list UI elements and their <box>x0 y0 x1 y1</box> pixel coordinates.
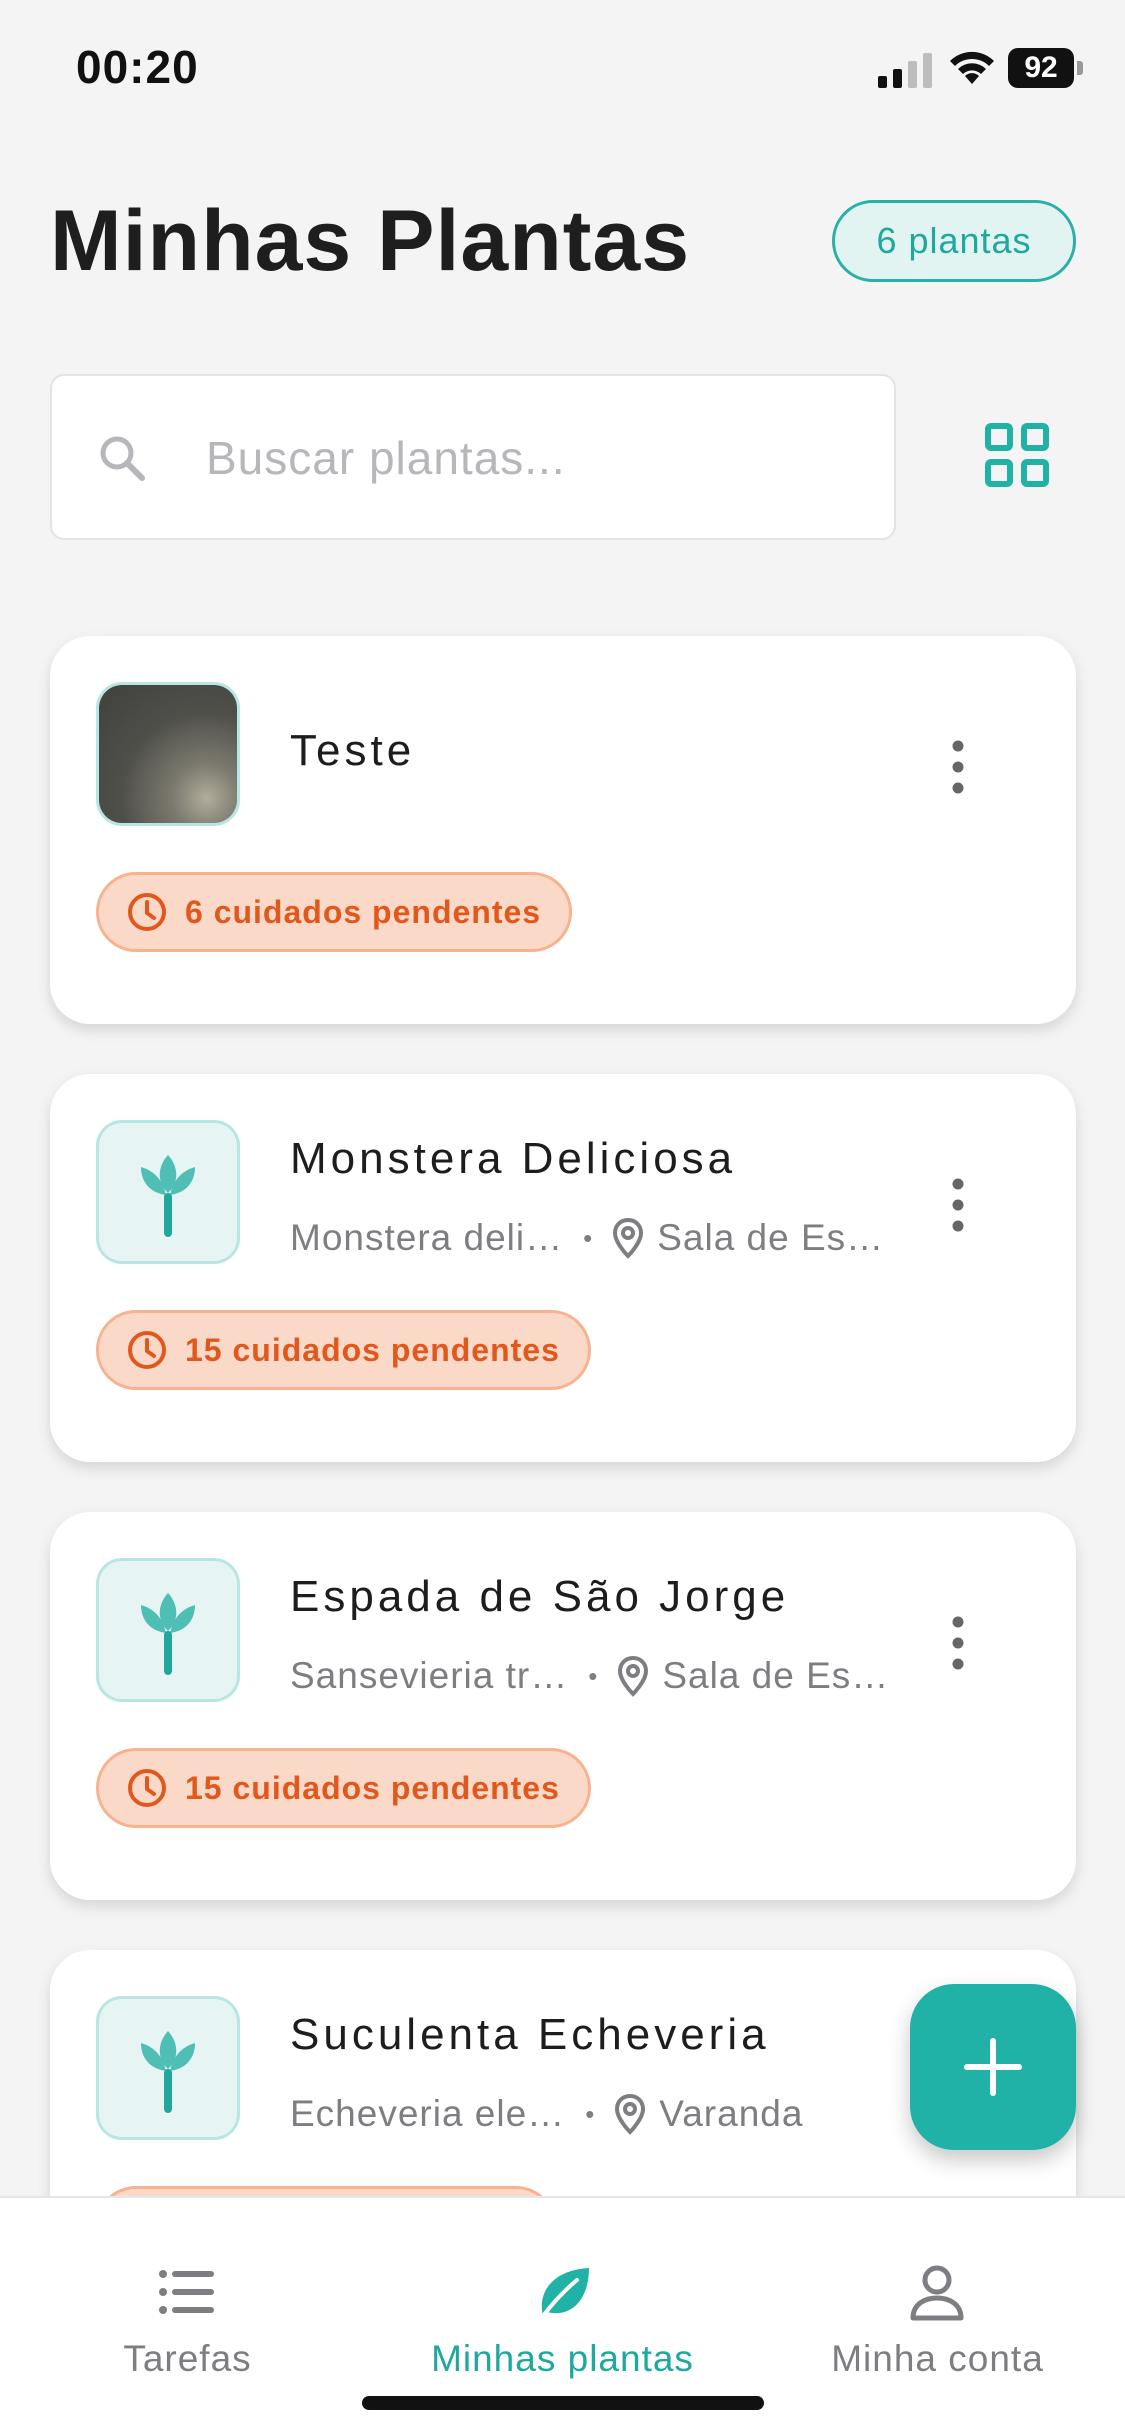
location-pin-icon <box>618 1655 649 1697</box>
separator-dot: • <box>585 2098 596 2129</box>
scientific-name: Sansevieria tr… <box>290 1655 569 1696</box>
user-icon <box>910 2265 964 2321</box>
plant-details: Sansevieria tr… • Sala de Es… <box>290 1648 889 1704</box>
plant-icon <box>141 1155 195 1237</box>
location-pin-icon <box>613 1217 644 1259</box>
plant-details: Echeveria ele… • Varanda <box>290 2086 803 2142</box>
pending-care-badge[interactable]: 15 cuidados pendentes <box>96 1748 591 1828</box>
search-input[interactable] <box>206 416 866 500</box>
plant-card[interactable]: Espada de São Jorge Sansevieria tr… • Sa… <box>50 1512 1076 1900</box>
plant-card[interactable]: Teste 6 cuidados pendentes <box>50 636 1076 1024</box>
clock-icon <box>128 893 166 931</box>
battery-level: 92 <box>1008 48 1074 88</box>
plant-icon <box>141 2031 195 2113</box>
plant-name: Monstera Deliciosa <box>290 1134 737 1183</box>
pending-care-label: 6 cuidados pendentes <box>185 894 542 930</box>
nav-label-account: Minha conta <box>831 2338 1044 2379</box>
search-box[interactable] <box>50 374 896 540</box>
plant-location: Sala de Es… <box>662 1655 890 1696</box>
screen: 00:20 92 Minhas Plantas 6 plantas Buscar… <box>0 0 1125 2436</box>
pending-care-badge[interactable]: 6 cuidados pendentes <box>96 872 573 952</box>
nav-label-tasks: Tarefas <box>123 2338 252 2379</box>
nav-label-my-plants: Minhas plantas <box>431 2338 694 2379</box>
plant-name: Espada de São Jorge <box>290 1572 790 1621</box>
plant-thumbnail <box>96 1558 240 1702</box>
clock-icon <box>128 1331 166 1369</box>
wifi-icon <box>950 51 994 84</box>
nav-item-my-plants[interactable]: Minhas plantas <box>375 2198 750 2398</box>
page-title: Minhas Plantas <box>50 193 691 289</box>
plant-details: Monstera deli… • Sala de Es… <box>290 1210 884 1266</box>
separator-dot: • <box>588 1660 599 1691</box>
battery-cap <box>1077 61 1083 75</box>
clock-icon <box>128 1769 166 1807</box>
plant-count-badge: 6 plantas <box>832 200 1076 282</box>
plant-name: Suculenta Echeveria <box>290 2010 770 2059</box>
leaf-icon <box>541 2268 589 2318</box>
plant-photo-image <box>99 685 237 823</box>
pending-care-label: 15 cuidados pendentes <box>185 1332 560 1368</box>
battery-icon: 92 <box>1008 48 1084 88</box>
separator-dot: • <box>583 1222 594 1253</box>
nav-item-account[interactable]: Minha conta <box>750 2198 1125 2398</box>
pending-care-label: 15 cuidados pendentes <box>185 1770 560 1806</box>
plant-thumbnail <box>96 1996 240 2140</box>
grid-view-icon[interactable] <box>984 422 1050 488</box>
nav-item-tasks[interactable]: Tarefas <box>0 2198 375 2398</box>
status-time: 00:20 <box>76 41 199 93</box>
plant-card[interactable]: Monstera Deliciosa Monstera deli… • Sala… <box>50 1074 1076 1462</box>
scientific-name: Echeveria ele… <box>290 2093 566 2134</box>
plant-name: Teste <box>290 726 416 775</box>
cellular-signal-icon <box>878 53 932 88</box>
pending-care-badge[interactable]: 15 cuidados pendentes <box>96 1310 591 1390</box>
plant-photo <box>96 682 240 826</box>
add-plant-button[interactable] <box>910 1984 1076 2150</box>
home-indicator[interactable] <box>362 2396 764 2410</box>
plant-icon <box>141 1593 195 1675</box>
plant-location: Sala de Es… <box>657 1217 885 1258</box>
search-icon <box>100 436 145 481</box>
plus-icon <box>964 2038 1022 2096</box>
more-options-icon[interactable] <box>938 734 978 800</box>
more-options-icon[interactable] <box>938 1610 978 1676</box>
more-options-icon[interactable] <box>938 1172 978 1238</box>
status-bar: 00:20 92 <box>0 0 1125 140</box>
list-icon <box>159 2270 214 2314</box>
plant-location: Varanda <box>659 2093 804 2134</box>
scientific-name: Monstera deli… <box>290 1217 564 1258</box>
location-pin-icon <box>615 2093 646 2135</box>
plant-thumbnail <box>96 1120 240 1264</box>
